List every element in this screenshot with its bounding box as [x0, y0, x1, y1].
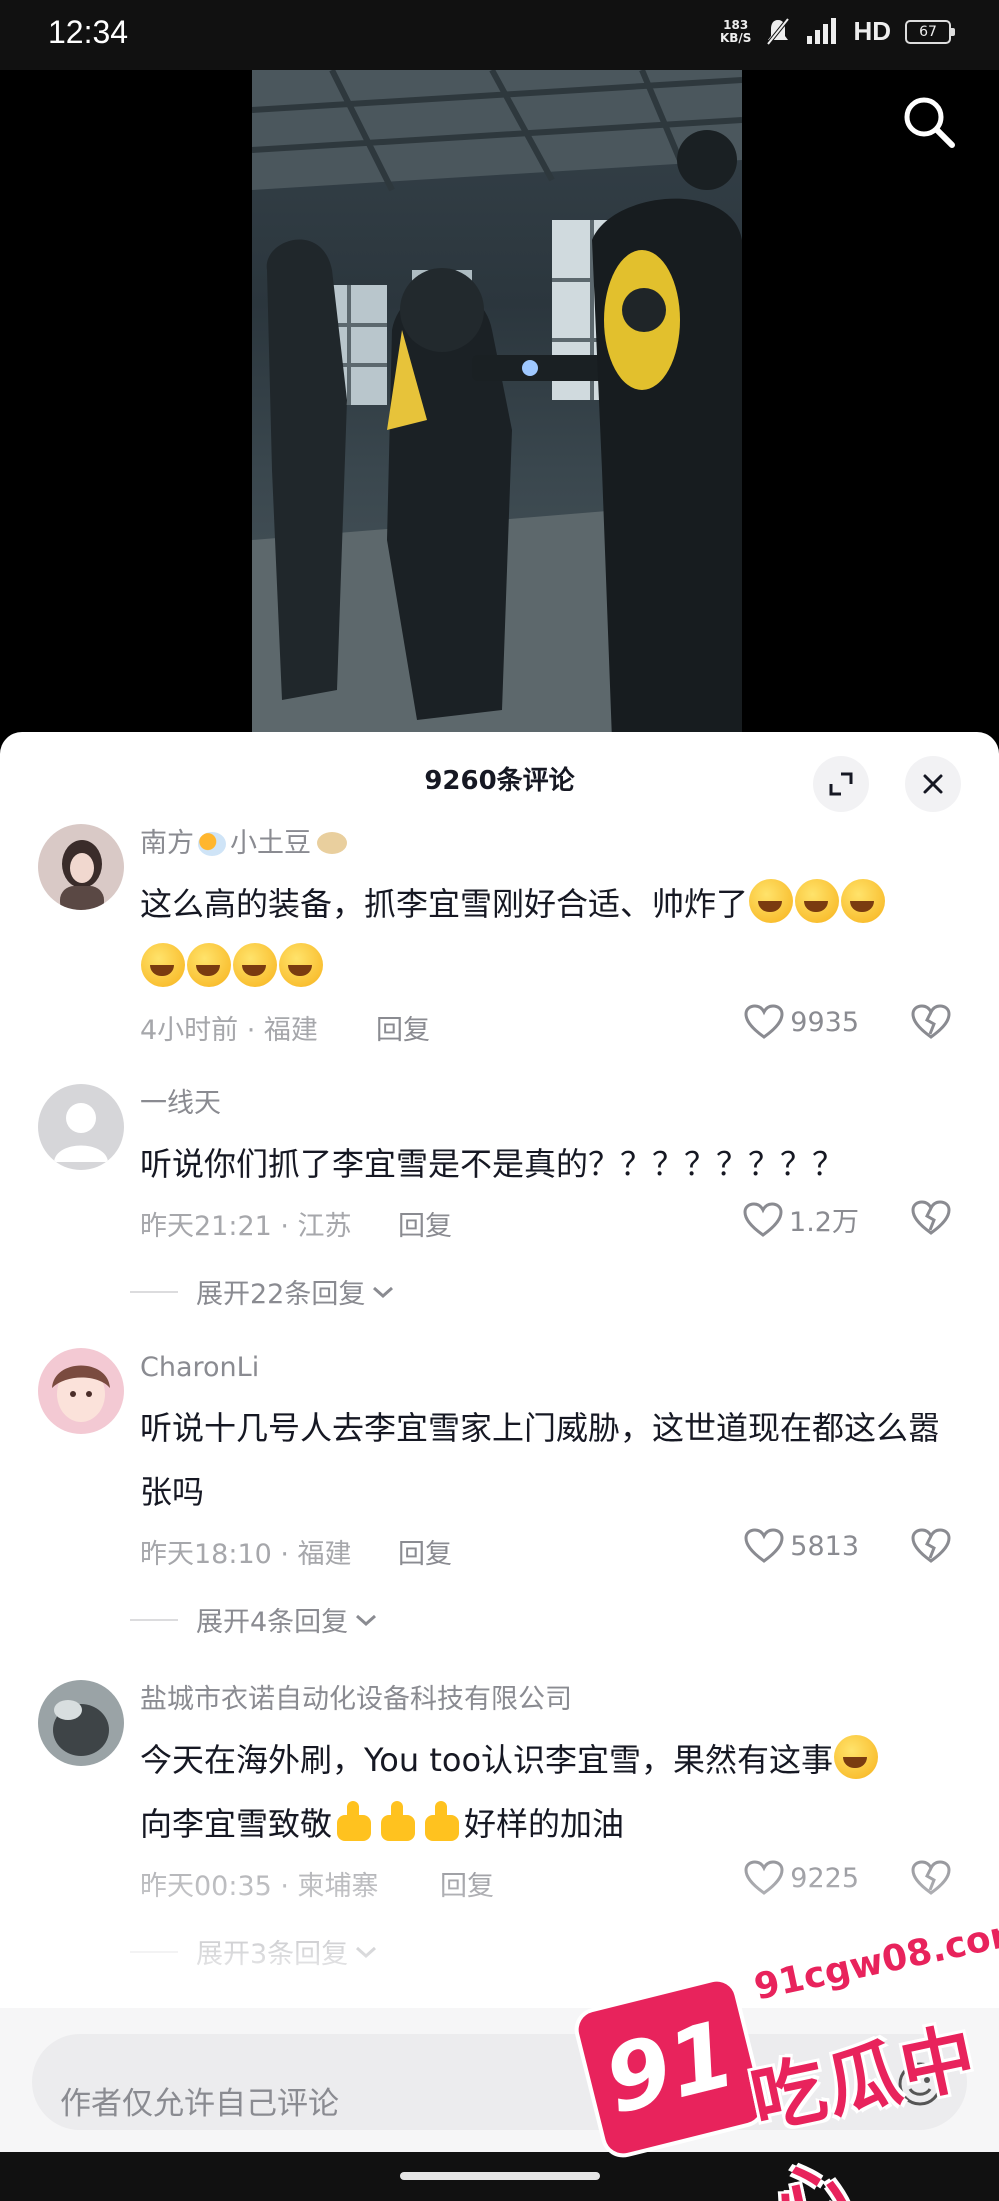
- comment-text-line: 今天在海外刷，You too认识李宜雪，果然有这事: [140, 1741, 834, 1779]
- status-time: 12:34: [48, 14, 129, 50]
- comment-text[interactable]: 这么高的装备，抓李宜雪刚好合适、帅炸了: [140, 872, 959, 1000]
- comment-time-location: 4小时前 · 福建: [140, 1015, 318, 1046]
- expand-button[interactable]: [813, 756, 869, 812]
- video-scene: [252, 70, 742, 740]
- comment-username[interactable]: 盐城市衣诺自动化设备科技有限公司: [140, 1680, 959, 1720]
- dislike-button[interactable]: [911, 1528, 951, 1571]
- comment-text-line: 好样的加油: [464, 1805, 625, 1843]
- chevron-down-icon: [373, 1286, 394, 1298]
- laugh-emoji-icon: [749, 879, 794, 923]
- avatar[interactable]: [38, 1348, 124, 1434]
- network-speed-value: 183: [723, 17, 749, 32]
- battery-icon: 67: [905, 19, 955, 44]
- like-button[interactable]: 1.2万: [743, 1200, 859, 1239]
- like-count: 5813: [790, 1530, 859, 1562]
- battery-level: 67: [919, 23, 937, 40]
- signal-icon: [807, 17, 837, 44]
- thumbs-up-emoji-icon: [421, 1799, 463, 1843]
- network-speed-unit: KB/S: [719, 30, 752, 45]
- watermark-logo-badge: 91: [574, 1977, 766, 2158]
- comment-text[interactable]: 听说你们抓了李宜雪是不是真的？？？？？？？？: [140, 1132, 959, 1196]
- reply-button[interactable]: 回复: [376, 1008, 430, 1047]
- comment-text-line: 这么高的装备，抓李宜雪刚好合适、帅炸了: [140, 885, 749, 923]
- sun-icon: [198, 832, 226, 856]
- comment-meta: 昨天18:10 · 福建 回复 5813: [140, 1524, 959, 1574]
- video-frame[interactable]: [252, 70, 742, 740]
- username-text: 南方: [140, 828, 194, 859]
- reply-button[interactable]: 回复: [440, 1864, 494, 1903]
- like-count: 1.2万: [789, 1207, 859, 1238]
- heart-icon: [743, 1201, 783, 1237]
- comment-input-placeholder: 作者仅允许自己评论: [60, 2086, 339, 2122]
- laugh-emoji-icon: [233, 943, 277, 987]
- comment-time-location: 昨天21:21 · 江苏: [140, 1211, 352, 1242]
- expand-icon: [829, 772, 853, 796]
- video-player[interactable]: [0, 70, 999, 740]
- chevron-down-icon: [356, 1614, 377, 1626]
- divider-line: [130, 1618, 178, 1621]
- comment-username[interactable]: 一线天: [140, 1084, 959, 1124]
- laugh-emoji-icon: [841, 879, 886, 923]
- close-button[interactable]: [905, 756, 961, 812]
- watermark: 91cgw08.com 91 吃瓜中心: [574, 1911, 999, 2201]
- comment-text[interactable]: 今天在海外刷，You too认识李宜雪，果然有这事 向李宜雪致敬 好样的加油: [140, 1728, 959, 1856]
- avatar[interactable]: [38, 824, 124, 910]
- like-count: 9935: [790, 1006, 859, 1038]
- heart-icon: [744, 1528, 784, 1563]
- laugh-emoji-icon: [834, 1735, 879, 1779]
- watermark-name: 吃瓜中心: [743, 2013, 985, 2201]
- comment-username[interactable]: CharonLi: [140, 1348, 959, 1388]
- laugh-emoji-icon: [279, 943, 323, 987]
- reply-button[interactable]: 回复: [398, 1532, 452, 1571]
- home-indicator[interactable]: [400, 2172, 600, 2180]
- heart-icon: [744, 1860, 784, 1895]
- avatar[interactable]: [38, 1084, 124, 1170]
- laugh-emoji-icon: [795, 879, 840, 923]
- comment-meta: 4小时前 · 福建 回复 9935: [140, 1000, 959, 1050]
- expand-replies-button[interactable]: 展开22条回复: [130, 1272, 395, 1311]
- search-icon[interactable]: [899, 92, 959, 152]
- dislike-button[interactable]: [911, 1860, 951, 1903]
- expand-replies-label: 展开4条回复: [196, 1607, 349, 1638]
- comment-time-location: 昨天18:10 · 福建: [140, 1539, 352, 1570]
- thumbs-up-emoji-icon: [333, 1799, 375, 1843]
- network-type-label: HD: [853, 16, 891, 46]
- broken-heart-icon: [911, 1860, 951, 1895]
- close-icon: [923, 774, 943, 794]
- expand-replies-label: 展开22条回复: [196, 1279, 366, 1310]
- like-button[interactable]: 9225: [744, 1860, 859, 1896]
- mute-icon: [766, 17, 790, 45]
- comment-meta: 昨天00:35 · 柬埔寨 回复 9225: [140, 1856, 959, 1906]
- divider-line: [130, 1290, 178, 1293]
- like-button[interactable]: 5813: [744, 1528, 859, 1564]
- like-button[interactable]: 9935: [744, 1004, 859, 1040]
- laugh-emoji-icon: [187, 943, 231, 987]
- like-count: 9225: [790, 1862, 859, 1894]
- comment-text[interactable]: 听说十几号人去李宜雪家上门威胁，这世道现在都这么嚣张吗: [140, 1396, 959, 1524]
- expand-replies-button[interactable]: 展开3条回复: [130, 1932, 378, 1971]
- divider-line: [130, 1950, 178, 1953]
- network-speed: 183 KB/S: [719, 17, 752, 45]
- comment-meta: 昨天21:21 · 江苏 回复 1.2万: [140, 1196, 959, 1246]
- broken-heart-icon: [911, 1004, 951, 1039]
- expand-replies-button[interactable]: 展开4条回复: [130, 1600, 378, 1639]
- heart-icon: [744, 1004, 784, 1039]
- laugh-emoji-icon: [141, 943, 185, 987]
- broken-heart-icon: [911, 1528, 951, 1563]
- status-icons: 183 KB/S HD 67: [719, 16, 955, 47]
- comment-text-line: 向李宜雪致敬: [140, 1805, 333, 1843]
- status-bar: 12:34 183 KB/S HD 67: [0, 0, 999, 70]
- avatar[interactable]: [38, 1680, 124, 1766]
- potato-icon: [317, 832, 347, 854]
- broken-heart-icon: [911, 1200, 951, 1235]
- expand-replies-label: 展开3条回复: [196, 1939, 349, 1970]
- dislike-button[interactable]: [911, 1004, 951, 1047]
- thumbs-up-emoji-icon: [377, 1799, 419, 1843]
- reply-button[interactable]: 回复: [398, 1204, 452, 1243]
- comment-username[interactable]: 南方 小土豆: [140, 824, 959, 864]
- chevron-down-icon: [356, 1946, 377, 1958]
- comment-time-location: 昨天00:35 · 柬埔寨: [140, 1871, 379, 1902]
- dislike-button[interactable]: [911, 1200, 951, 1243]
- username-suffix: 小土豆: [230, 828, 311, 859]
